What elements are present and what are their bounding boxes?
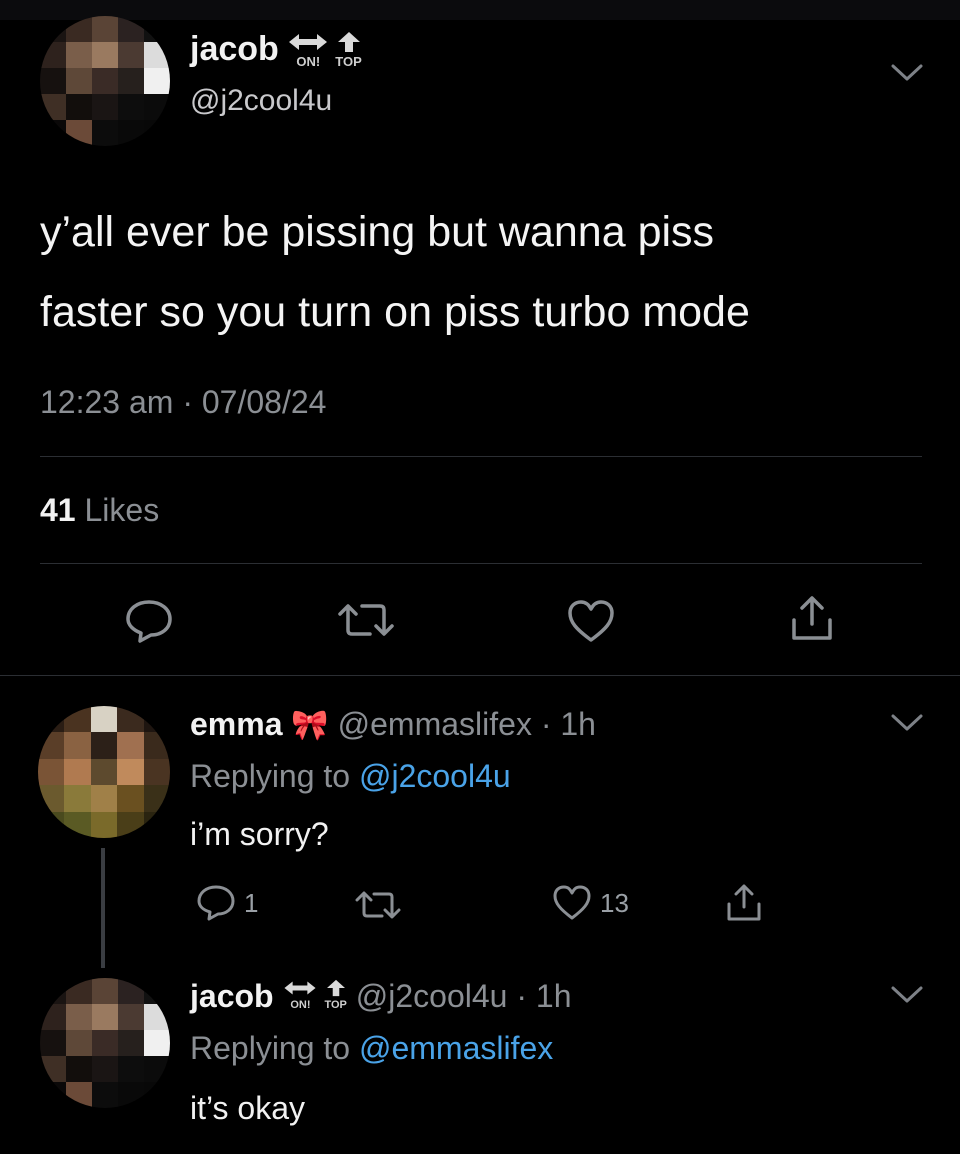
handle-time[interactable]: @emmaslifex · 1h (338, 706, 596, 742)
display-name[interactable]: jacob (190, 30, 279, 68)
like-count: 13 (600, 887, 629, 918)
name-badges: ON! TOP (282, 979, 347, 1011)
author-line: jacob ON! TOP @j2cool4u · 1h (190, 978, 572, 1015)
badge-top: TOP (324, 979, 347, 1011)
reply-icon (196, 884, 236, 922)
handle[interactable]: @j2cool4u (190, 84, 332, 118)
reply-icon[interactable] (124, 598, 174, 644)
tweet-text-line: faster so you turn on piss turbo mode (40, 288, 750, 336)
chevron-down-icon[interactable] (890, 984, 924, 1006)
replying-prefix: Replying to (190, 758, 351, 794)
likes-summary[interactable]: 41 Likes (40, 492, 159, 529)
share-icon[interactable] (724, 882, 764, 924)
reply-button[interactable]: 1 (196, 884, 258, 922)
chevron-down-icon[interactable] (890, 712, 924, 734)
replying-to: Replying to @j2cool4u (190, 758, 511, 795)
reply-text: it’s okay (190, 1090, 306, 1126)
likes-label: Likes (84, 492, 160, 528)
reply-count: 1 (244, 887, 259, 918)
replying-handle[interactable]: @emmaslifex (359, 1030, 553, 1066)
badge-on: ON! (282, 979, 318, 1011)
display-name[interactable]: emma (190, 706, 283, 742)
badge-on: ON! (287, 31, 329, 68)
author-line: jacob ON! TOP (190, 30, 362, 74)
replying-prefix: Replying to (190, 1030, 351, 1066)
chevron-down-icon[interactable] (890, 62, 924, 84)
badge-top: TOP (335, 31, 362, 68)
tweet-text-line: y’all ever be pissing but wanna piss (40, 208, 715, 256)
handle-time[interactable]: @j2cool4u · 1h (356, 978, 572, 1014)
replying-to: Replying to @emmaslifex (190, 1030, 553, 1067)
replying-handle[interactable]: @j2cool4u (359, 758, 511, 794)
likes-count: 41 (40, 492, 76, 528)
arrow-up-icon (337, 31, 361, 55)
avatar[interactable] (40, 978, 170, 1108)
bow-emoji: 🎀 (291, 709, 329, 742)
tweet-text: y’all ever be pissing but wanna piss fas… (40, 192, 750, 352)
retweet-icon[interactable] (352, 888, 404, 922)
thread-line (101, 848, 105, 968)
avatar[interactable] (38, 706, 170, 838)
arrows-horizontal-icon (287, 31, 329, 55)
avatar[interactable] (40, 16, 170, 146)
arrow-up-icon (326, 979, 346, 1000)
display-name[interactable]: jacob (190, 978, 274, 1014)
share-icon[interactable] (788, 594, 836, 644)
name-badges: ON! TOP (287, 31, 362, 68)
heart-icon (552, 884, 592, 922)
divider (0, 675, 960, 676)
like-button[interactable]: 13 (552, 884, 629, 922)
divider (40, 563, 922, 564)
reply-text: i’m sorry? (190, 816, 329, 852)
divider (40, 456, 922, 457)
status-bar (0, 0, 960, 20)
arrows-horizontal-icon (282, 979, 318, 1000)
heart-icon[interactable] (566, 598, 616, 644)
retweet-icon[interactable] (334, 600, 398, 640)
author-line: emma 🎀 @emmaslifex · 1h (190, 706, 596, 743)
timestamp[interactable]: 12:23 am · 07/08/24 (40, 384, 326, 421)
